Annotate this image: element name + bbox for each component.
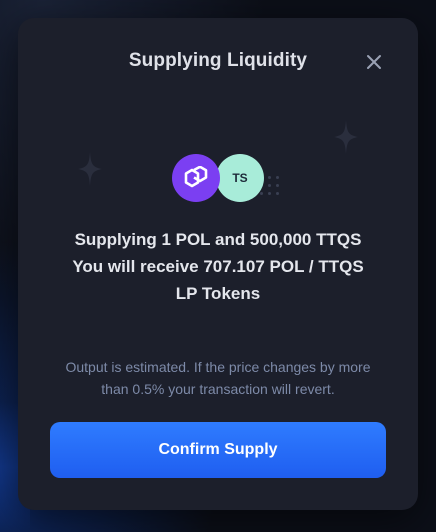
summary-lp-line: LP Tokens <box>175 284 261 303</box>
confirm-supply-button[interactable]: Confirm Supply <box>50 422 386 478</box>
modal-title: Supplying Liquidity <box>128 50 308 71</box>
sparkle-icon <box>78 152 102 186</box>
note-line-1: Output is estimated. If the price change… <box>65 359 371 375</box>
summary-supply-line: Supplying 1 POL and 500,000 TTQS <box>74 230 362 249</box>
close-icon <box>367 55 381 69</box>
note-line-2: than 0.5% your transaction will revert. <box>101 381 335 397</box>
sparkle-icon <box>334 120 358 154</box>
ts-token-avatar: TS <box>216 154 264 202</box>
token-pair: TS <box>170 152 279 204</box>
summary-receive-line: You will receive 707.107 POL / TTQS <box>72 257 364 276</box>
supply-summary: Supplying 1 POL and 500,000 TTQS You wil… <box>38 226 398 307</box>
estimate-note: Output is estimated. If the price change… <box>38 356 398 400</box>
polygon-logo-icon <box>184 166 208 188</box>
pol-token-avatar <box>172 154 220 202</box>
close-button[interactable] <box>364 52 384 72</box>
supply-liquidity-modal: Supplying Liquidity TS Supplying 1 POL a… <box>18 18 418 510</box>
